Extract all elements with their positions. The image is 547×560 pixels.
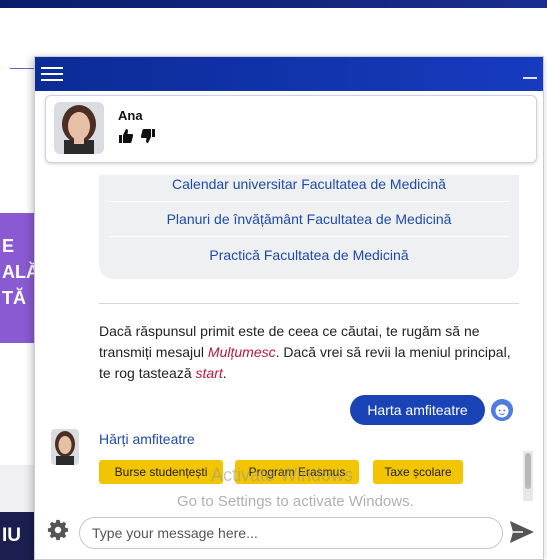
message-keyword-start: start [195,365,223,381]
send-icon[interactable] [509,520,535,544]
message-keyword-multumesc: Mulțumesc [207,344,276,360]
chat-widget: Ana Calendar universitar Facultatea de M… [34,56,544,560]
option-calendar-universitar[interactable]: Calendar universitar Facultatea de Medic… [109,176,509,192]
thumbs-down-icon[interactable] [140,128,156,144]
site-top-strip [0,0,547,8]
minimize-button[interactable] [523,77,537,79]
harti-amfiteatre-link[interactable]: Hărți amfiteatre [99,431,195,447]
user-message-bubble: Harta amfiteatre [350,395,485,425]
chat-header [35,57,543,91]
user-avatar-icon [491,399,513,421]
message-divider [99,303,519,304]
bot-message: Dacă răspunsul primit este de ceea ce că… [99,321,524,384]
option-practica[interactable]: Practică Facultatea de Medicină [109,247,509,263]
message-input[interactable] [79,517,503,549]
thumbs-up-icon[interactable] [118,128,134,144]
message-text-3: . [222,365,227,381]
agent-name: Ana [118,108,143,123]
background-navy-panel: IU [0,512,38,560]
option-separator [109,201,509,202]
bot-avatar [51,429,79,465]
agent-card: Ana [45,95,537,163]
activate-windows-subtitle: Go to Settings to activate Windows. [177,493,414,510]
background-purple-panel: E ALĂ TĂ [0,213,39,343]
gear-icon[interactable] [47,519,69,541]
hamburger-menu-icon[interactable] [41,63,63,83]
activate-windows-title: Activate Windows [211,465,354,485]
chat-scrollbar-thumb[interactable] [525,453,531,489]
agent-avatar [54,102,104,154]
chip-taxe-scolare[interactable]: Taxe școlare [373,460,463,484]
quick-links-box: Calendar universitar Facultatea de Medic… [99,175,519,279]
option-planuri-invatamant[interactable]: Planuri de învățământ Facultatea de Medi… [109,211,509,227]
chip-burse-studentesti[interactable]: Burse studențești [99,460,223,484]
option-separator [109,236,509,237]
